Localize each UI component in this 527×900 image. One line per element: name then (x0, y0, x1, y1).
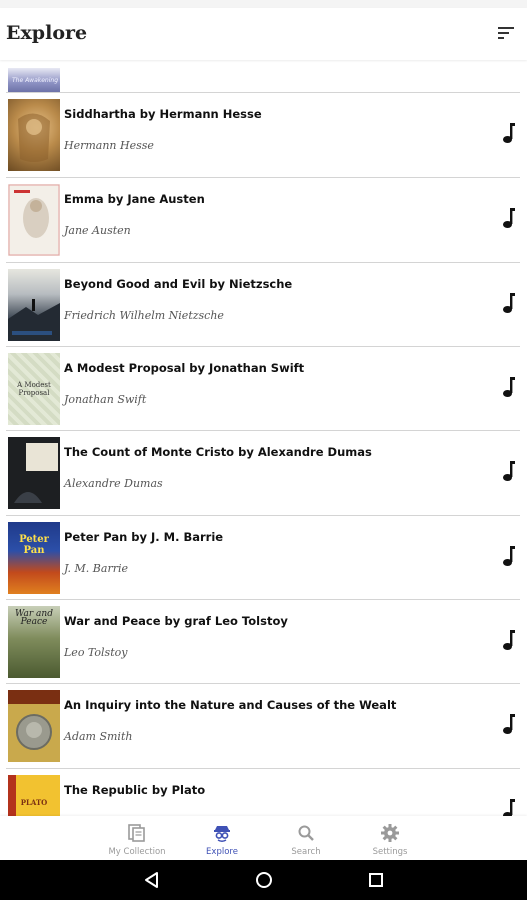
book-title: A Modest Proposal by Jonathan Swift (64, 361, 305, 375)
book-row-peter-pan[interactable]: Peter Pan Peter Pan by J. M. Barrie J. M… (0, 516, 527, 600)
book-row-emma[interactable]: Emma by Jane Austen Jane Austen (0, 178, 527, 262)
music-note-icon[interactable] (502, 713, 516, 735)
music-note-icon[interactable] (502, 207, 516, 229)
search-icon (298, 825, 314, 841)
previous-book-cover[interactable]: The Awakening (8, 68, 60, 92)
book-title: War and Peace by graf Leo Tolstoy (64, 614, 288, 628)
book-cover (8, 269, 60, 341)
book-title: An Inquiry into the Nature and Causes of… (64, 698, 397, 712)
book-cover (8, 690, 60, 762)
book-title: Beyond Good and Evil by Nietzsche (64, 277, 293, 291)
book-row-beyond-good-and-evil[interactable]: Beyond Good and Evil by Nietzsche Friedr… (0, 263, 527, 347)
book-cover (8, 437, 60, 509)
book-title: Siddhartha by Hermann Hesse (64, 107, 262, 121)
nav-explore[interactable]: Explore (180, 816, 264, 860)
book-author: Leo Tolstoy (64, 646, 128, 659)
book-title: The Republic by Plato (64, 783, 206, 797)
book-title: Emma by Jane Austen (64, 192, 205, 206)
nav-label: My Collection (108, 847, 166, 857)
book-title: The Count of Monte Cristo by Alexandre D… (64, 445, 372, 459)
book-row-the-count-of-monte-cristo[interactable]: The Count of Monte Cristo by Alexandre D… (0, 431, 527, 515)
nav-label: Settings (372, 847, 408, 857)
nav-search[interactable]: Search (264, 816, 348, 860)
book-author: Jane Austen (64, 224, 131, 237)
book-cover (8, 99, 60, 171)
music-note-icon[interactable] (502, 629, 516, 651)
music-note-icon[interactable] (502, 376, 516, 398)
book-author: Alexandre Dumas (64, 477, 163, 490)
explore-icon (214, 826, 230, 842)
book-row-a-modest-proposal[interactable]: A Modest Proposal A Modest Proposal by J… (0, 347, 527, 431)
music-note-icon[interactable] (502, 460, 516, 482)
book-author: Adam Smith (64, 730, 133, 743)
book-cover: A Modest Proposal (8, 353, 60, 425)
book-row-the-republic[interactable]: PLATO The Republic by Plato (0, 769, 527, 816)
back-icon[interactable] (142, 870, 162, 890)
book-cover: Peter Pan (8, 522, 60, 594)
book-author: Hermann Hesse (64, 139, 154, 152)
music-note-icon[interactable] (502, 292, 516, 314)
book-cover: War and Peace (8, 606, 60, 678)
music-note-icon[interactable] (502, 545, 516, 567)
book-list[interactable]: The Awakening Siddhartha by Hermann Hess… (0, 60, 527, 816)
bottom-navigation: My Collection Explore Search Settings (0, 816, 527, 860)
book-author: Jonathan Swift (64, 393, 147, 406)
book-author: J. M. Barrie (64, 562, 128, 575)
book-row-siddhartha[interactable]: Siddhartha by Hermann Hesse Hermann Hess… (0, 93, 527, 177)
book-author: Friedrich Wilhelm Nietzsche (64, 309, 224, 322)
book-cover (8, 184, 60, 256)
recents-icon[interactable] (366, 870, 386, 890)
book-row-wealth-of-nations[interactable]: An Inquiry into the Nature and Causes of… (0, 684, 527, 768)
nav-label: Explore (206, 847, 238, 857)
status-strip (0, 0, 527, 8)
nav-settings[interactable]: Settings (348, 816, 432, 860)
book-cover: PLATO (8, 775, 60, 816)
system-navigation-bar (0, 860, 527, 900)
music-note-icon[interactable] (502, 798, 516, 816)
nav-label: Search (291, 847, 321, 857)
gear-icon (381, 824, 399, 842)
book-row-war-and-peace[interactable]: War and Peace War and Peace by graf Leo … (0, 600, 527, 684)
book-title: Peter Pan by J. M. Barrie (64, 530, 224, 544)
sort-icon[interactable] (497, 25, 517, 41)
music-note-icon[interactable] (502, 122, 516, 144)
app-bar: Explore (0, 8, 527, 60)
nav-my-collection[interactable]: My Collection (95, 816, 179, 860)
page-title: Explore (6, 22, 88, 44)
home-icon[interactable] (254, 870, 274, 890)
collection-icon (128, 824, 145, 842)
